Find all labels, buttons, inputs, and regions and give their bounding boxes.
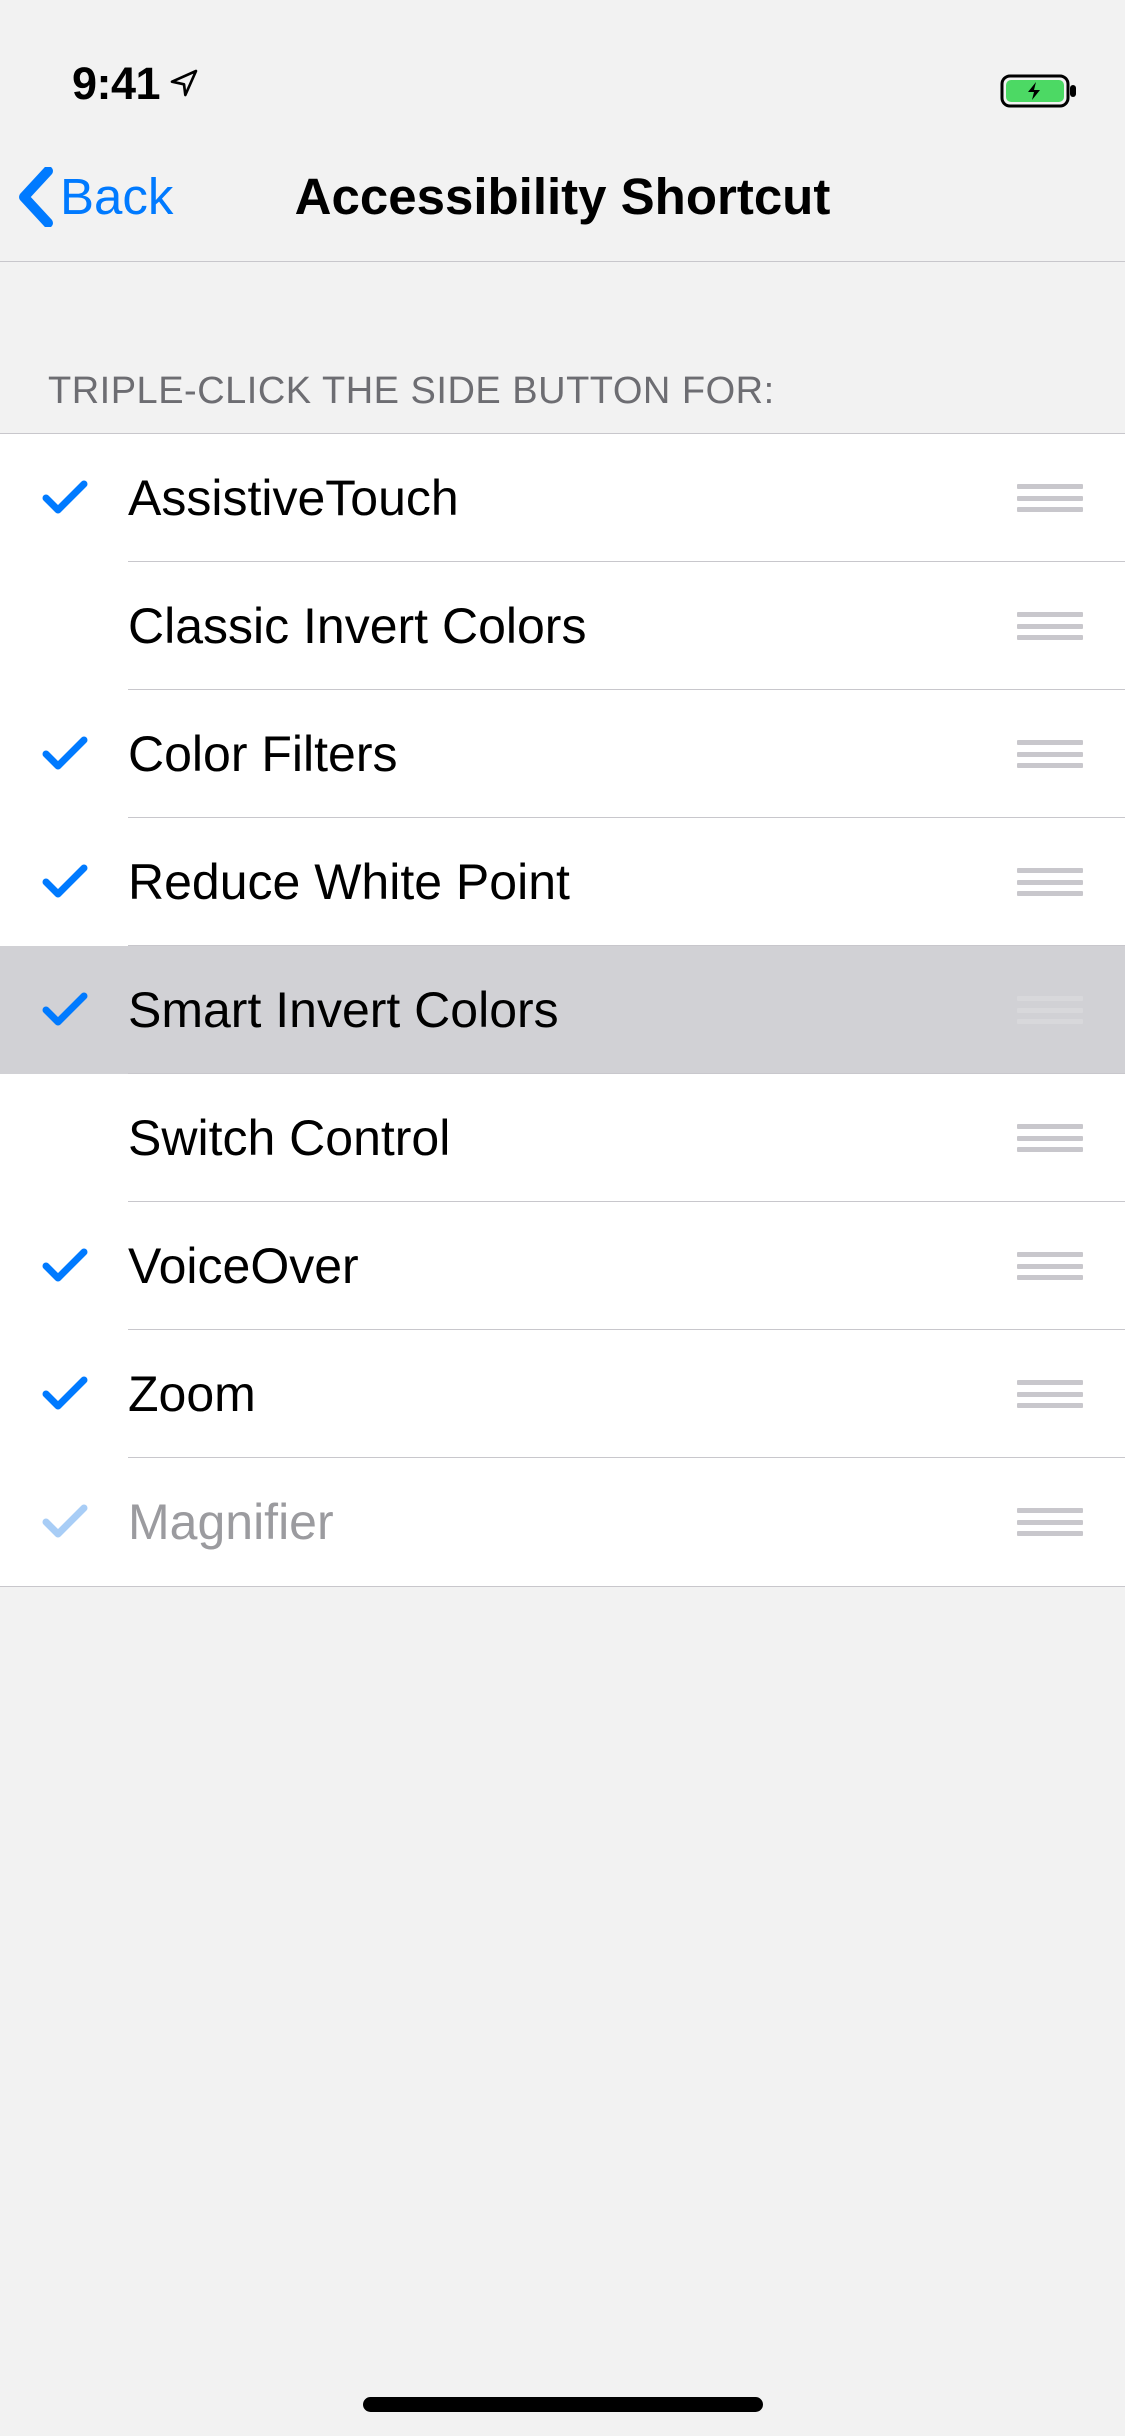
list-item[interactable]: Color Filters — [0, 690, 1125, 818]
item-label: VoiceOver — [128, 1237, 1017, 1295]
location-icon — [168, 58, 200, 110]
status-bar: 9:41 — [0, 0, 1125, 132]
item-label: AssistiveTouch — [128, 469, 1017, 527]
checkmark-column — [42, 736, 128, 772]
back-label: Back — [60, 167, 173, 226]
drag-handle-icon[interactable] — [1017, 868, 1083, 896]
list-item[interactable]: Smart Invert Colors — [0, 946, 1125, 1074]
page-title: Accessibility Shortcut — [295, 167, 831, 226]
checkmark-icon — [42, 736, 88, 772]
checkmark-column — [42, 1376, 128, 1412]
item-label: Classic Invert Colors — [128, 597, 1017, 655]
checkmark-column — [42, 864, 128, 900]
list-item[interactable]: Classic Invert Colors — [0, 562, 1125, 690]
item-label: Switch Control — [128, 1109, 1017, 1167]
item-label: Reduce White Point — [128, 853, 1017, 911]
navigation-bar: Back Accessibility Shortcut — [0, 132, 1125, 262]
time-text: 9:41 — [72, 58, 160, 110]
checkmark-icon — [42, 480, 88, 516]
item-label: Magnifier — [128, 1493, 1017, 1551]
item-label: Zoom — [128, 1365, 1017, 1423]
checkmark-column — [42, 1248, 128, 1284]
item-label: Smart Invert Colors — [128, 981, 1017, 1039]
item-label: Color Filters — [128, 725, 1017, 783]
checkmark-icon — [42, 864, 88, 900]
drag-handle-icon[interactable] — [1017, 1124, 1083, 1152]
checkmark-icon — [42, 1504, 88, 1540]
checkmark-column — [42, 1504, 128, 1540]
checkmark-icon — [42, 992, 88, 1028]
section-header: TRIPLE-CLICK THE SIDE BUTTON FOR: — [0, 262, 1125, 433]
list-item[interactable]: Magnifier — [0, 1458, 1125, 1586]
list-item[interactable]: Zoom — [0, 1330, 1125, 1458]
chevron-left-icon — [18, 167, 54, 227]
home-indicator[interactable] — [363, 2397, 763, 2412]
checkmark-icon — [42, 1376, 88, 1412]
drag-handle-icon[interactable] — [1017, 1252, 1083, 1280]
drag-handle-icon[interactable] — [1017, 1508, 1083, 1536]
list-item[interactable]: AssistiveTouch — [0, 434, 1125, 562]
drag-handle-icon[interactable] — [1017, 996, 1083, 1024]
back-button[interactable]: Back — [18, 167, 173, 227]
drag-handle-icon[interactable] — [1017, 1380, 1083, 1408]
list-item[interactable]: VoiceOver — [0, 1202, 1125, 1330]
checkmark-icon — [42, 1248, 88, 1284]
list-item[interactable]: Reduce White Point — [0, 818, 1125, 946]
status-time: 9:41 — [72, 58, 200, 110]
drag-handle-icon[interactable] — [1017, 612, 1083, 640]
shortcut-list: AssistiveTouch Classic Invert Colors Color… — [0, 433, 1125, 1587]
list-item[interactable]: Switch Control — [0, 1074, 1125, 1202]
checkmark-column — [42, 480, 128, 516]
battery-indicator — [1000, 72, 1080, 110]
drag-handle-icon[interactable] — [1017, 740, 1083, 768]
drag-handle-icon[interactable] — [1017, 484, 1083, 512]
checkmark-column — [42, 992, 128, 1028]
